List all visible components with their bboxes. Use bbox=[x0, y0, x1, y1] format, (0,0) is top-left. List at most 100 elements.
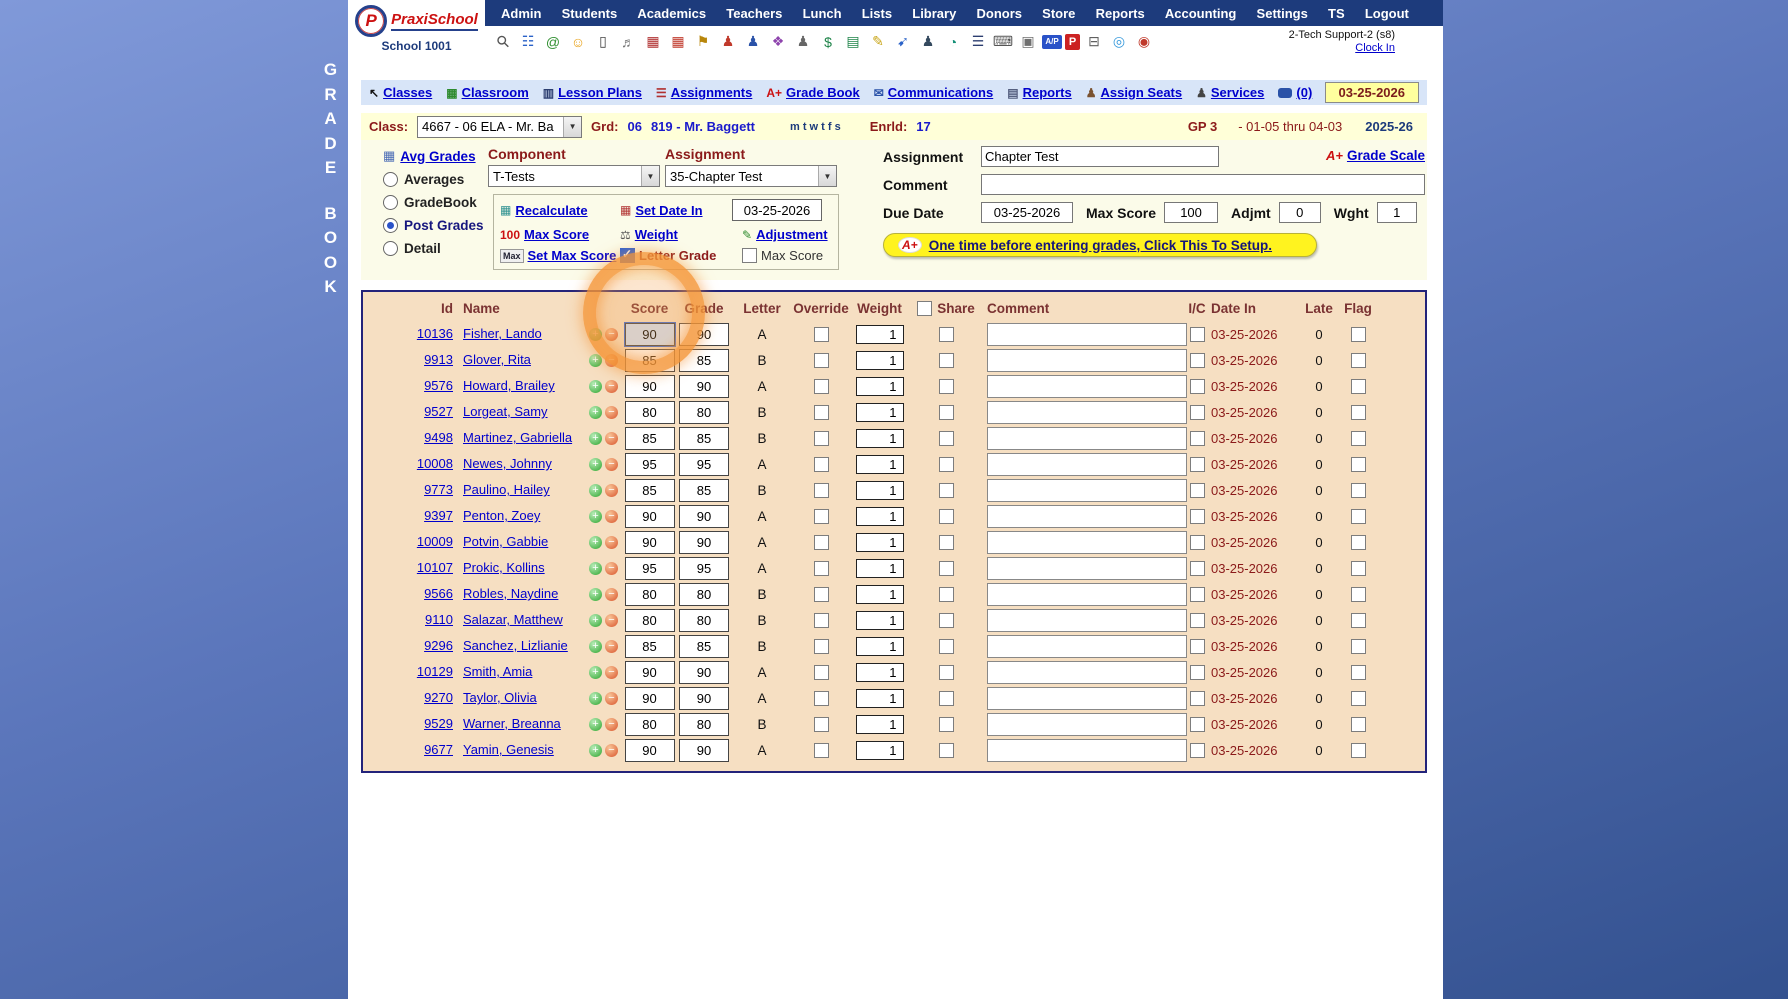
student-name-link[interactable]: Taylor, Olivia bbox=[463, 690, 537, 705]
view-option-row[interactable]: GradeBook bbox=[383, 195, 488, 210]
ic-checkbox[interactable] bbox=[1190, 587, 1205, 602]
comment-input[interactable] bbox=[987, 453, 1187, 476]
top-nav-item[interactable]: Lunch bbox=[803, 6, 842, 21]
weight-input[interactable] bbox=[856, 611, 904, 630]
grade-input[interactable] bbox=[679, 635, 729, 658]
student-name-link[interactable]: Sanchez, Lizlianie bbox=[463, 638, 568, 653]
grade-input[interactable] bbox=[679, 739, 729, 762]
letter-grade-label[interactable]: Letter Grade bbox=[639, 248, 716, 263]
power-icon[interactable]: ◉ bbox=[1133, 31, 1155, 52]
comment-input[interactable] bbox=[987, 739, 1187, 762]
comment-input[interactable] bbox=[987, 401, 1187, 424]
increment-score-button[interactable]: + bbox=[589, 406, 602, 419]
max-score-checkbox-label[interactable]: Max Score bbox=[761, 248, 823, 263]
flag-checkbox[interactable] bbox=[1351, 379, 1366, 394]
top-nav-item[interactable]: Lists bbox=[862, 6, 892, 21]
increment-score-button[interactable]: + bbox=[589, 666, 602, 679]
student-name-link[interactable]: Newes, Johnny bbox=[463, 456, 552, 471]
radio-button[interactable] bbox=[383, 195, 398, 210]
ic-checkbox[interactable] bbox=[1190, 379, 1205, 394]
override-checkbox[interactable] bbox=[814, 691, 829, 706]
top-nav-item[interactable]: Donors bbox=[977, 6, 1023, 21]
radio-button[interactable] bbox=[383, 172, 398, 187]
increment-score-button[interactable]: + bbox=[589, 640, 602, 653]
ic-checkbox[interactable] bbox=[1190, 639, 1205, 654]
apps-grid-icon[interactable]: ☷ bbox=[517, 31, 539, 52]
share-checkbox[interactable] bbox=[939, 691, 954, 706]
gradebook-icon[interactable]: ▤ bbox=[842, 31, 864, 52]
printer-icon[interactable]: ⊟ bbox=[1083, 31, 1105, 52]
score-input[interactable] bbox=[625, 557, 675, 580]
group-icon[interactable]: ♟ bbox=[917, 31, 939, 52]
grade-setup-banner[interactable]: A+ One time before entering grades, Clic… bbox=[883, 233, 1317, 257]
ic-checkbox[interactable] bbox=[1190, 665, 1205, 680]
comment-input[interactable] bbox=[987, 557, 1187, 580]
set-date-in-link[interactable]: Set Date In bbox=[635, 203, 702, 218]
override-checkbox[interactable] bbox=[814, 613, 829, 628]
student-name-link[interactable]: Howard, Brailey bbox=[463, 378, 555, 393]
calendar-icon[interactable]: ▦ bbox=[642, 31, 664, 52]
component-select[interactable]: T-Tests ▼ bbox=[488, 165, 660, 187]
score-input[interactable] bbox=[625, 375, 675, 398]
increment-score-button[interactable]: + bbox=[589, 536, 602, 549]
override-checkbox[interactable] bbox=[814, 405, 829, 420]
nav-assignments[interactable]: ☰ Assignments bbox=[656, 85, 752, 100]
student-name-link[interactable]: Martinez, Gabriella bbox=[463, 430, 572, 445]
comment-input[interactable] bbox=[987, 661, 1187, 684]
flag-checkbox[interactable] bbox=[1351, 327, 1366, 342]
score-input[interactable] bbox=[625, 349, 675, 372]
recalculate-link[interactable]: Recalculate bbox=[515, 203, 587, 218]
weight-input[interactable] bbox=[856, 741, 904, 760]
nav-classroom[interactable]: ▦ Classroom bbox=[446, 85, 529, 100]
decrement-score-button[interactable]: − bbox=[605, 588, 618, 601]
increment-score-button[interactable]: + bbox=[589, 328, 602, 341]
share-checkbox[interactable] bbox=[939, 483, 954, 498]
weight-input[interactable] bbox=[856, 481, 904, 500]
flag-checkbox[interactable] bbox=[1351, 613, 1366, 628]
top-nav-item[interactable]: Library bbox=[912, 6, 956, 21]
decrement-score-button[interactable]: − bbox=[605, 744, 618, 757]
score-input[interactable] bbox=[625, 453, 675, 476]
decrement-score-button[interactable]: − bbox=[605, 562, 618, 575]
ap-badge-icon[interactable]: A/P bbox=[1042, 35, 1062, 49]
increment-score-button[interactable]: + bbox=[589, 380, 602, 393]
weight-input[interactable] bbox=[856, 507, 904, 526]
ic-checkbox[interactable] bbox=[1190, 353, 1205, 368]
override-checkbox[interactable] bbox=[814, 561, 829, 576]
share-checkbox[interactable] bbox=[939, 561, 954, 576]
grade-input[interactable] bbox=[679, 583, 729, 606]
comment-input[interactable] bbox=[987, 323, 1187, 346]
score-input[interactable] bbox=[625, 713, 675, 736]
view-option-row[interactable]: Averages bbox=[383, 172, 488, 187]
disc-icon[interactable]: ◎ bbox=[1108, 31, 1130, 52]
add-person-icon[interactable]: ♟ bbox=[792, 31, 814, 52]
weight-input[interactable] bbox=[856, 533, 904, 552]
current-date-chip[interactable]: 03-25-2026 bbox=[1325, 82, 1420, 103]
decrement-score-button[interactable]: − bbox=[605, 484, 618, 497]
ic-checkbox[interactable] bbox=[1190, 327, 1205, 342]
flag-checkbox[interactable] bbox=[1351, 431, 1366, 446]
share-checkbox[interactable] bbox=[939, 457, 954, 472]
increment-score-button[interactable]: + bbox=[589, 718, 602, 731]
grade-input[interactable] bbox=[679, 401, 729, 424]
view-option-label[interactable]: GradeBook bbox=[404, 195, 477, 210]
student-id-link[interactable]: 10107 bbox=[417, 560, 453, 575]
cash-icon[interactable]: $ bbox=[817, 31, 839, 52]
nav-services[interactable]: ♟ Services bbox=[1196, 85, 1264, 100]
share-all-checkbox[interactable] bbox=[917, 301, 932, 316]
decrement-score-button[interactable]: − bbox=[605, 328, 618, 341]
grade-input[interactable] bbox=[679, 427, 729, 450]
share-checkbox[interactable] bbox=[939, 587, 954, 602]
grade-input[interactable] bbox=[679, 531, 729, 554]
grade-scale-link[interactable]: Grade Scale bbox=[1347, 148, 1425, 163]
flag-checkbox[interactable] bbox=[1351, 743, 1366, 758]
weight-input[interactable] bbox=[856, 325, 904, 344]
announcement-icon[interactable]: ⚑ bbox=[692, 31, 714, 52]
override-checkbox[interactable] bbox=[814, 743, 829, 758]
flag-checkbox[interactable] bbox=[1351, 587, 1366, 602]
score-input[interactable] bbox=[625, 635, 675, 658]
comment-input[interactable] bbox=[987, 349, 1187, 372]
weight-input[interactable] bbox=[856, 585, 904, 604]
view-option-label[interactable]: Post Grades bbox=[404, 218, 484, 233]
view-option-row[interactable]: Post Grades bbox=[383, 218, 488, 233]
